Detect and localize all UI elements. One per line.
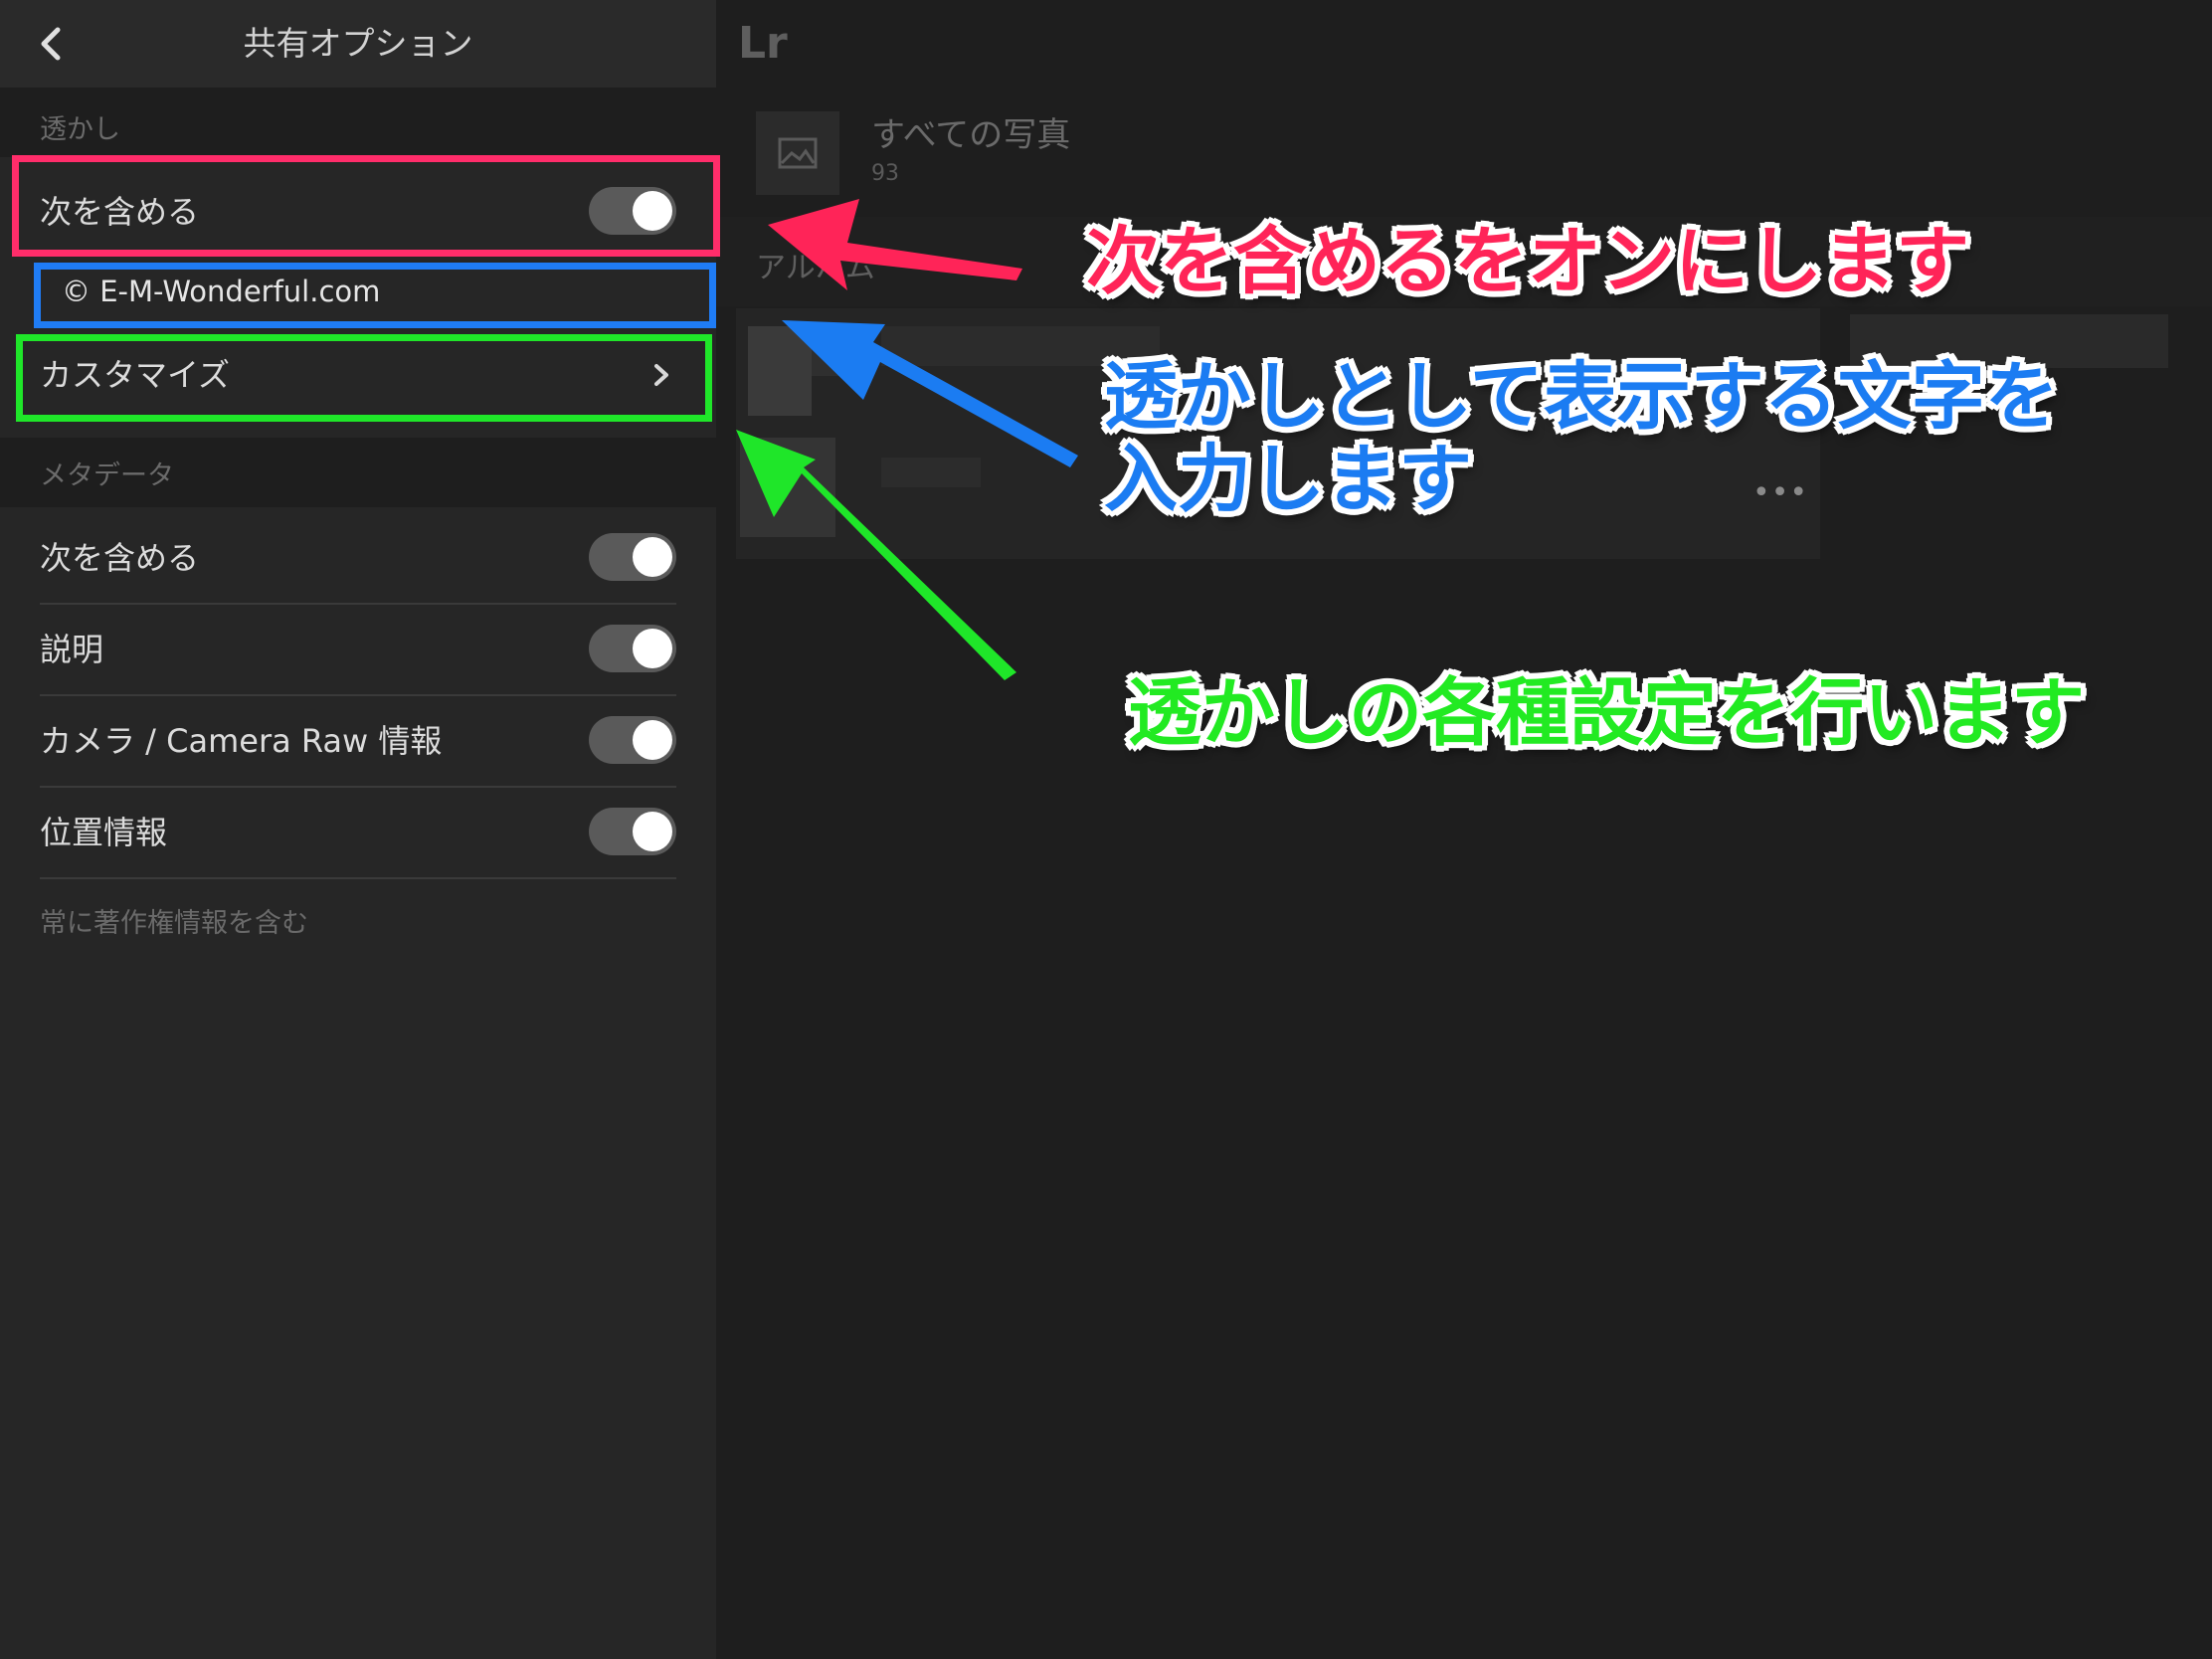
annotation-text-green: 透かしの各種設定を行います xyxy=(1128,670,2085,756)
annotation-text-blue: 透かしとして表示する文字を 入力します xyxy=(1104,356,2059,521)
arrow-green xyxy=(736,430,1016,680)
annotation-text-red: 次を含めるをオンにします xyxy=(1086,219,1969,304)
arrow-red xyxy=(768,199,1022,290)
annotation-text-blue-line2: 入力します xyxy=(1104,436,1472,522)
arrow-blue xyxy=(782,320,1078,467)
annotation-text-blue-line1: 透かしとして表示する文字を xyxy=(1104,354,2059,440)
